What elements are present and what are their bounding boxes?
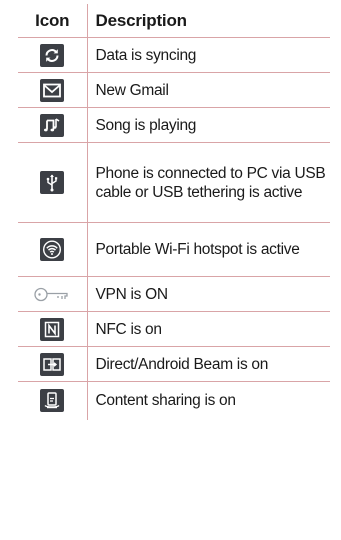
table-header-row: Icon Description [18,4,330,38]
table-row: Portable Wi-Fi hotspot is active [18,222,330,277]
row-description: Song is playing [86,107,330,143]
row-description: NFC is on [86,311,330,347]
music-note-icon [40,113,65,137]
row-description: Portable Wi-Fi hotspot is active [86,222,330,277]
row-description: Content sharing is on [86,381,330,420]
nfc-icon [40,317,65,341]
vpn-key-icon [31,283,73,306]
android-beam-icon [40,352,65,376]
row-description: Phone is connected to PC via USB cable o… [86,142,330,223]
usb-icon [40,171,65,194]
status-icon-table: Icon Description Data is syncing New Gma… [18,4,330,420]
row-description: New Gmail [86,72,330,108]
sync-icon [40,43,65,67]
row-description: VPN is ON [86,276,330,312]
content-sharing-icon [40,389,65,413]
table-row: Content sharing is on [18,381,330,420]
row-description: Data is syncing [86,37,330,73]
table-row: Direct/Android Beam is on [18,346,330,382]
table-row: Phone is connected to PC via USB cable o… [18,142,330,223]
description-column-header: Description [86,4,330,38]
gmail-icon [40,78,65,102]
table-row: VPN is ON [18,276,330,312]
wifi-hotspot-icon [40,238,65,261]
table-row: New Gmail [18,72,330,108]
icon-column-header: Icon [18,4,88,38]
table-row: Data is syncing [18,37,330,73]
row-description: Direct/Android Beam is on [86,346,330,382]
table-row: NFC is on [18,311,330,347]
table-row: Song is playing [18,107,330,143]
